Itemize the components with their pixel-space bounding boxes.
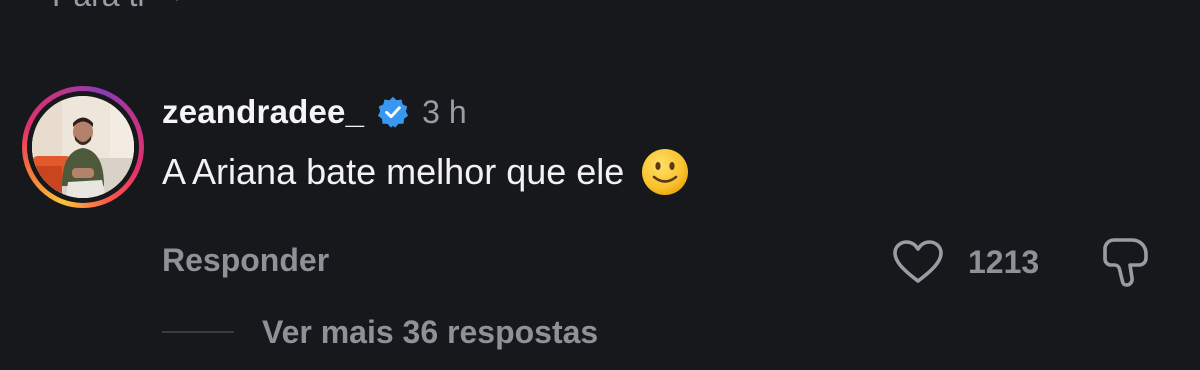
comment-sort-filter[interactable]: Para ti <box>52 0 188 14</box>
dislike-icon[interactable] <box>1102 236 1150 288</box>
comment-header: zeandradee_ 3 h <box>162 90 467 134</box>
like-count: 1213 <box>968 243 1040 280</box>
username-link[interactable]: zeandradee_ <box>162 93 364 131</box>
sort-filter-label: Para ti <box>52 0 144 14</box>
view-more-replies-button[interactable]: Ver mais 36 respostas <box>162 312 598 352</box>
avatar-story-ring[interactable] <box>22 86 144 208</box>
view-more-replies-label: Ver mais 36 respostas <box>262 313 599 350</box>
comment-timestamp: 3 h <box>422 93 467 130</box>
thread-divider-line <box>162 331 234 333</box>
avatar[interactable] <box>32 96 134 198</box>
heart-icon[interactable] <box>892 239 944 285</box>
comment-text: A Ariana bate melhor que ele <box>162 151 625 192</box>
like-button[interactable]: 1213 <box>892 236 1039 288</box>
verified-badge-icon <box>378 96 409 128</box>
comment-item: zeandradee_ 3 h A Ariana bate melhor que… <box>22 86 1182 350</box>
chevron-down-icon <box>176 0 179 1</box>
comment-body: A Ariana bate melhor que ele <box>162 146 690 198</box>
avatar-image <box>32 96 134 198</box>
reply-button[interactable]: Responder <box>162 242 329 279</box>
slightly-smiling-face-emoji <box>642 149 689 195</box>
